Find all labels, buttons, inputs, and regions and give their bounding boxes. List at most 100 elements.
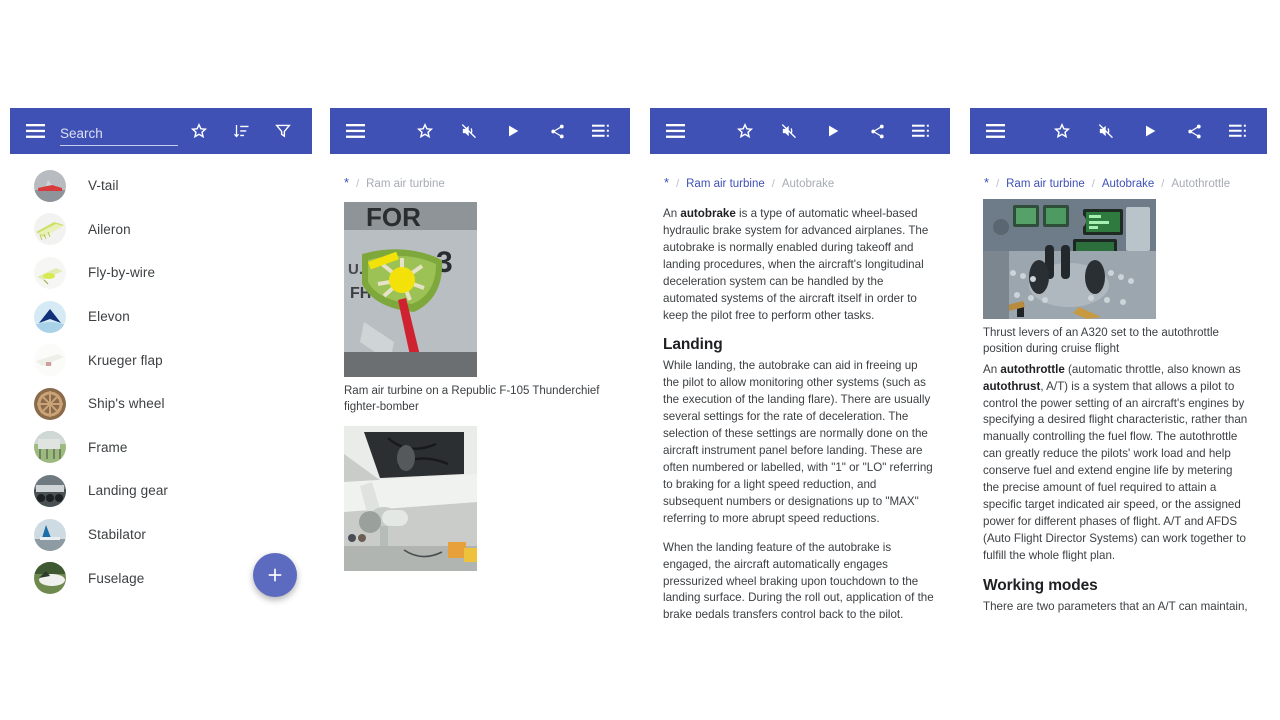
volume-off-icon[interactable] bbox=[454, 116, 484, 146]
article-image-ram-air-turbine-secondary bbox=[344, 425, 477, 571]
avatar bbox=[34, 474, 66, 507]
breadcrumb: * / Ram air turbine / Autobrake bbox=[650, 154, 950, 190]
article-image-a320-thrust-levers bbox=[983, 199, 1156, 319]
filter-funnel-icon[interactable] bbox=[268, 116, 298, 146]
hamburger-menu-icon[interactable] bbox=[20, 116, 50, 146]
breadcrumb-item-ram-air-turbine[interactable]: Ram air turbine bbox=[686, 178, 765, 190]
panel2-toolbar bbox=[330, 108, 630, 154]
section-heading-working-modes: Working modes bbox=[983, 576, 1098, 594]
paragraph-working-modes-1: There are two parameters that an A/T can… bbox=[983, 599, 1248, 613]
ram-air-turbine-panel: * / Ram air turbine FOR 3 U.S.AIR FH bbox=[330, 108, 630, 608]
avatar bbox=[34, 300, 66, 333]
panel4-toolbar bbox=[970, 108, 1267, 154]
hamburger-menu-icon[interactable] bbox=[660, 116, 690, 146]
panel4-content: Thrust levers of an A320 set to the auto… bbox=[970, 199, 1267, 613]
search-field-wrapper bbox=[60, 116, 178, 146]
avatar bbox=[34, 344, 66, 377]
avatar bbox=[34, 431, 66, 464]
image-caption: Thrust levers of an A320 set to the auto… bbox=[983, 327, 1219, 356]
svg-text:FOR: FOR bbox=[366, 202, 421, 232]
breadcrumb-home[interactable]: * bbox=[984, 176, 989, 189]
breadcrumb-item-ram-air-turbine[interactable]: Ram air turbine bbox=[366, 178, 445, 190]
add-button[interactable] bbox=[253, 553, 297, 597]
star-outline-icon[interactable] bbox=[410, 116, 440, 146]
paragraph-landing-2: When the landing feature of the autobrak… bbox=[663, 540, 934, 618]
article-image-ram-air-turbine: FOR 3 U.S.AIR FH bbox=[344, 202, 477, 377]
star-outline-icon[interactable] bbox=[184, 116, 214, 146]
list-item-label: Elevon bbox=[88, 309, 130, 325]
lead-prefix: An bbox=[663, 207, 681, 220]
avatar bbox=[34, 213, 66, 246]
avatar bbox=[34, 387, 66, 420]
star-outline-icon[interactable] bbox=[1047, 116, 1077, 146]
panel3-toolbar-actions bbox=[730, 116, 940, 146]
list-item-label: Ship's wheel bbox=[88, 396, 165, 412]
search-input[interactable] bbox=[60, 126, 178, 146]
list-icon[interactable] bbox=[586, 116, 616, 146]
section-heading-landing: Landing bbox=[663, 336, 723, 354]
breadcrumb-separator: / bbox=[996, 178, 1000, 190]
breadcrumb-item-autobrake[interactable]: Autobrake bbox=[1102, 178, 1154, 190]
breadcrumb-separator: / bbox=[1091, 178, 1095, 190]
list-item[interactable]: Aileron bbox=[10, 208, 312, 252]
list-icon[interactable] bbox=[906, 116, 936, 146]
panel3-toolbar bbox=[650, 108, 950, 154]
lead-term: autobrake bbox=[680, 207, 736, 220]
breadcrumb-item-ram-air-turbine[interactable]: Ram air turbine bbox=[1006, 178, 1085, 190]
list-item-label: Aileron bbox=[88, 221, 131, 237]
breadcrumb-home[interactable]: * bbox=[344, 176, 349, 189]
hamburger-menu-icon[interactable] bbox=[980, 116, 1010, 146]
list-item[interactable]: Ship's wheel bbox=[10, 382, 312, 426]
list-item-label: Landing gear bbox=[88, 483, 169, 499]
list-item[interactable]: V-tail bbox=[10, 164, 312, 208]
star-outline-icon[interactable] bbox=[730, 116, 760, 146]
panel1-toolbar bbox=[10, 108, 312, 154]
image-caption: Ram air turbine on a Republic F-105 Thun… bbox=[344, 385, 600, 414]
breadcrumb: * / Ram air turbine / Autobrake / Autoth… bbox=[970, 154, 1267, 190]
avatar bbox=[34, 562, 66, 595]
list-item[interactable]: Fly-by-wire bbox=[10, 251, 312, 295]
list-item-label: Fuselage bbox=[88, 570, 145, 586]
lead-rest: , A/T) is a system that allows a pilot t… bbox=[983, 379, 1248, 562]
article-list: V-tail Aileron Fly-by-wire Elevon Kruege… bbox=[10, 154, 312, 600]
plus-icon bbox=[268, 568, 282, 582]
breadcrumb-item-autobrake[interactable]: Autobrake bbox=[782, 178, 834, 190]
list-item[interactable]: Landing gear bbox=[10, 469, 312, 513]
panel2-content: FOR 3 U.S.AIR FH Ram air turbine on a Re… bbox=[330, 202, 630, 571]
lead-term-autothrust: autothrust bbox=[983, 379, 1041, 393]
list-item[interactable]: Elevon bbox=[10, 295, 312, 339]
article-list-panel: V-tail Aileron Fly-by-wire bbox=[10, 108, 312, 622]
list-item-label: Krueger flap bbox=[88, 352, 163, 368]
list-item-label: Stabilator bbox=[88, 527, 147, 543]
avatar bbox=[34, 256, 66, 289]
panel2-toolbar-actions bbox=[410, 116, 620, 146]
hamburger-menu-icon[interactable] bbox=[340, 116, 370, 146]
share-icon[interactable] bbox=[862, 116, 892, 146]
share-icon[interactable] bbox=[542, 116, 572, 146]
list-item[interactable]: Krueger flap bbox=[10, 338, 312, 382]
avatar bbox=[34, 169, 66, 202]
volume-off-icon[interactable] bbox=[1091, 116, 1121, 146]
volume-off-icon[interactable] bbox=[774, 116, 804, 146]
list-item[interactable]: Stabilator bbox=[10, 513, 312, 557]
panel1-toolbar-actions bbox=[184, 116, 302, 146]
sort-icon[interactable] bbox=[226, 116, 256, 146]
autothrottle-panel: * / Ram air turbine / Autobrake / Autoth… bbox=[970, 108, 1267, 613]
lead-rest: is a type of automatic wheel-based hydra… bbox=[663, 207, 929, 322]
share-icon[interactable] bbox=[1179, 116, 1209, 146]
play-icon[interactable] bbox=[818, 116, 848, 146]
breadcrumb-separator: / bbox=[1161, 178, 1165, 190]
play-icon[interactable] bbox=[1135, 116, 1165, 146]
breadcrumb-item-autothrottle[interactable]: Autothrottle bbox=[1171, 178, 1230, 190]
list-item-label: Frame bbox=[88, 439, 128, 455]
list-item[interactable]: Frame bbox=[10, 426, 312, 470]
breadcrumb-home[interactable]: * bbox=[664, 176, 669, 189]
list-icon[interactable] bbox=[1223, 116, 1253, 146]
lead-prefix: An bbox=[983, 362, 1001, 376]
breadcrumb-separator: / bbox=[771, 178, 775, 190]
play-icon[interactable] bbox=[498, 116, 528, 146]
list-item-label: Fly-by-wire bbox=[88, 265, 156, 281]
paragraph-landing-1: While landing, the autobrake can aid in … bbox=[663, 359, 933, 525]
app-screenshot: V-tail Aileron Fly-by-wire bbox=[0, 0, 1280, 720]
avatar bbox=[34, 518, 66, 551]
